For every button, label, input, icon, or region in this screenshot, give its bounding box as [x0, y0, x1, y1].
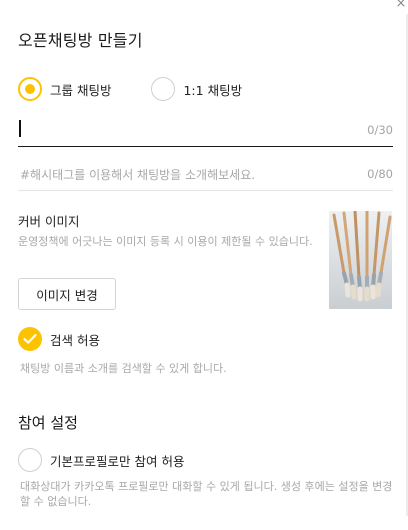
checkmark-icon [18, 327, 42, 351]
default-profile-only-checkbox[interactable]: 기본프로필로만 참여 허용 [18, 448, 184, 472]
radio-one-on-one-chat[interactable]: 1:1 채팅방 [151, 77, 242, 101]
participation-settings-title: 참여 설정 [18, 414, 78, 432]
hashtag-placeholder: #해시태그를 이용해서 채팅방을 소개해보세요. [20, 168, 256, 182]
room-type-selector: 그룹 채팅방 1:1 채팅방 [18, 77, 242, 101]
radio-checked-icon [18, 77, 42, 101]
page-title: 오픈채팅방 만들기 [18, 31, 143, 50]
radio-group-chat-label: 그룹 채팅방 [50, 82, 112, 98]
hashtag-counter: 0/80 [367, 167, 393, 181]
radio-group-chat[interactable]: 그룹 채팅방 [18, 77, 111, 101]
text-caret [19, 120, 21, 137]
radio-one-on-one-chat-label: 1:1 채팅방 [183, 82, 243, 98]
search-allow-description: 채팅방 이름과 소개를 검색할 수 있게 합니다. [20, 362, 227, 375]
hashtag-input[interactable]: #해시태그를 이용해서 채팅방을 소개해보세요. 0/80 [18, 158, 393, 191]
room-name-input[interactable]: 0/30 [18, 112, 393, 147]
default-profile-only-description: 대화상대가 카카오톡 프로필로만 대화할 수 있게 됩니다. 생성 후에는 설정… [20, 480, 393, 508]
search-allow-label: 검색 허용 [50, 332, 100, 348]
search-allow-checkbox[interactable]: 검색 허용 [18, 327, 100, 351]
close-icon: × [395, 0, 407, 11]
close-button[interactable]: × [394, 0, 408, 10]
paintbrushes-image [329, 211, 392, 309]
change-image-button[interactable]: 이미지 변경 [18, 278, 116, 310]
default-profile-only-label: 기본프로필로만 참여 허용 [50, 453, 185, 469]
cover-image-title: 커버 이미지 [18, 214, 80, 229]
unchecked-circle-icon [18, 448, 42, 472]
radio-unchecked-icon [151, 77, 176, 101]
cover-image-preview [329, 211, 392, 309]
room-name-counter: 0/30 [367, 123, 393, 137]
cover-image-description: 운영정책에 어긋나는 이미지 등록 시 이용이 제한될 수 있습니다. [18, 235, 313, 248]
